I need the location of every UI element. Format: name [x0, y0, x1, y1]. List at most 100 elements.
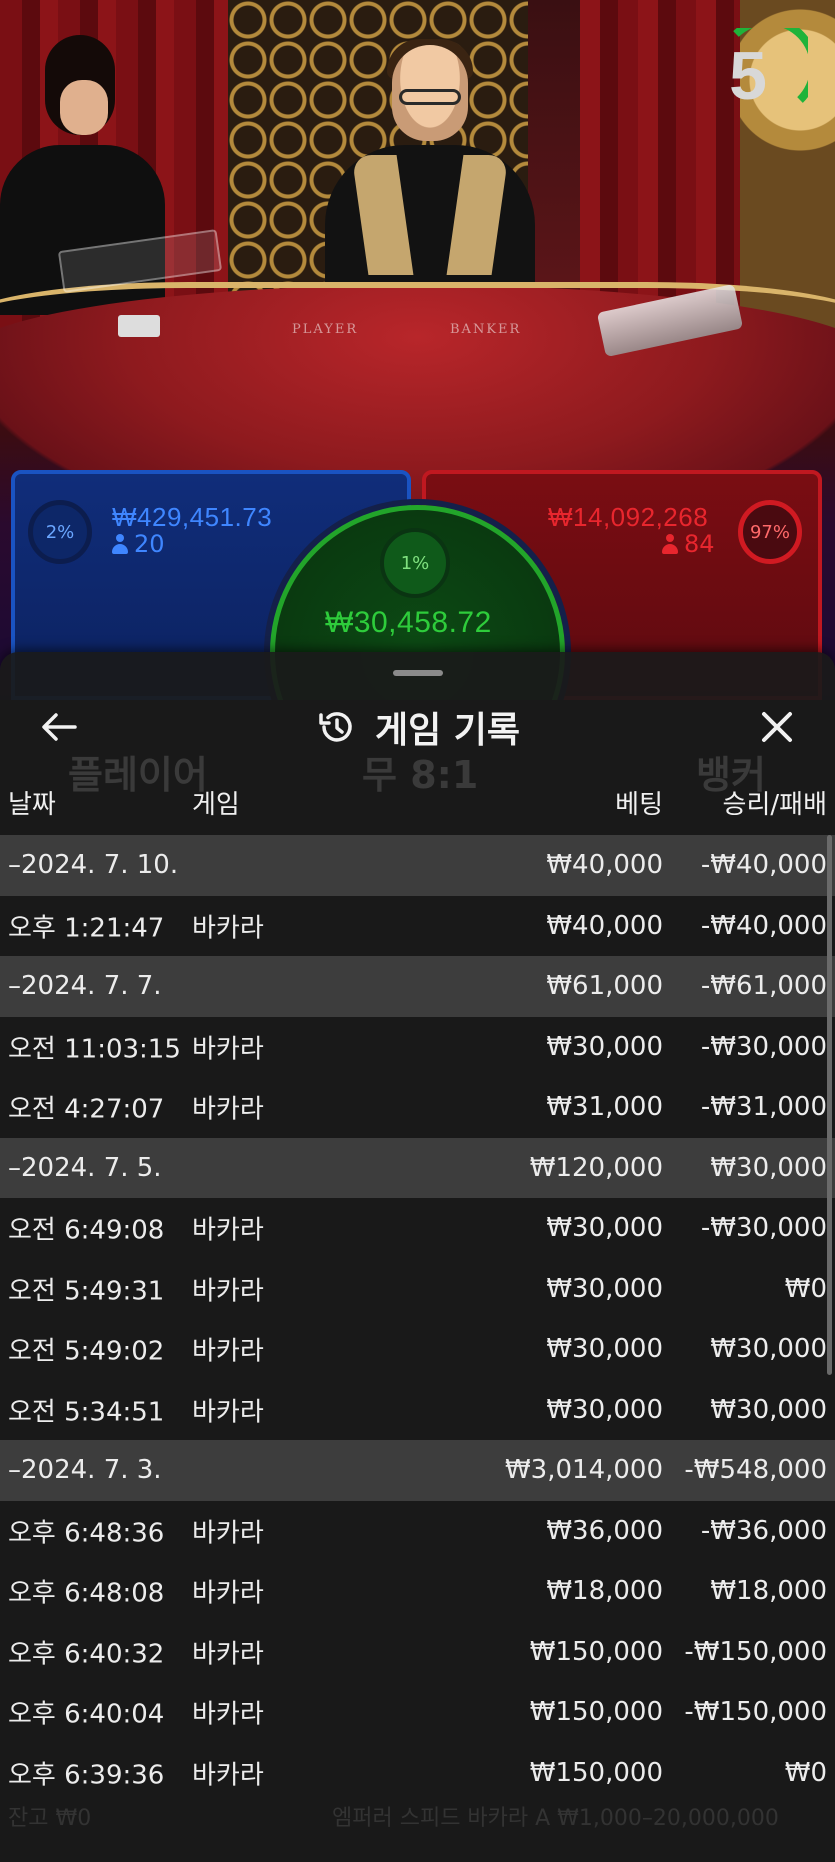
- group-result-total: -₩40,000: [700, 850, 827, 881]
- row-time: 오전 5:34:51: [8, 1397, 165, 1428]
- countdown-timer: 5: [712, 28, 808, 124]
- tie-percent: 1%: [380, 528, 450, 598]
- row-bet: ₩30,000: [546, 1334, 663, 1365]
- history-row[interactable]: 오전 4:27:07 바카라 ₩31,000 -₩31,000: [0, 1077, 835, 1138]
- countdown-number: 5: [729, 38, 767, 114]
- row-time: 오전 11:03:15: [8, 1034, 181, 1065]
- col-bet: 베팅: [615, 790, 663, 820]
- player-bettor-count: 20: [112, 530, 165, 558]
- date-group-row[interactable]: –2024. 7. 5. ₩120,000 ₩30,000: [0, 1137, 835, 1198]
- col-result: 승리/패배: [722, 790, 827, 820]
- player-total-amount: ₩429,451.73: [112, 502, 273, 532]
- group-date: –2024. 7. 7.: [8, 971, 162, 1002]
- history-row[interactable]: 오후 1:21:47 바카라 ₩40,000 -₩40,000: [0, 896, 835, 957]
- history-row[interactable]: 오전 11:03:15 바카라 ₩30,000 -₩30,000: [0, 1017, 835, 1078]
- history-row[interactable]: 오후 6:39:36 바카라 ₩150,000 ₩0: [0, 1743, 835, 1804]
- group-date: –2024. 7. 3.: [8, 1455, 162, 1486]
- row-bet: ₩150,000: [529, 1757, 663, 1788]
- sheet-header: 게임 기록: [0, 692, 835, 762]
- game-history-sheet: 플레이어 무 8:1 뱅커 잔고 ₩0 엠퍼러 스피드 바카라 A ₩1,000…: [0, 652, 835, 1862]
- row-time: 오후 6:48:36: [8, 1518, 165, 1549]
- group-date: –2024. 7. 10.: [8, 850, 179, 881]
- row-game: 바카라: [192, 1276, 264, 1307]
- underlay-balance: 잔고 ₩0: [8, 1806, 92, 1831]
- history-icon: [319, 712, 352, 742]
- history-row[interactable]: 오후 6:40:04 바카라 ₩150,000 -₩150,000: [0, 1682, 835, 1743]
- tie-total-amount: ₩30,458.72: [325, 606, 492, 639]
- row-result: ₩0: [784, 1273, 827, 1304]
- banker-percent: 97%: [738, 500, 802, 564]
- date-group-row[interactable]: –2024. 7. 10. ₩40,000 -₩40,000: [0, 835, 835, 896]
- arrow-left-icon: [42, 713, 77, 741]
- history-row[interactable]: 오전 5:49:02 바카라 ₩30,000 ₩30,000: [0, 1319, 835, 1380]
- group-bet-total: ₩61,000: [546, 971, 663, 1002]
- row-game: 바카라: [192, 1034, 264, 1065]
- player-percent: 2%: [28, 500, 92, 564]
- row-time: 오후 6:40:32: [8, 1639, 165, 1670]
- back-button[interactable]: [34, 702, 84, 752]
- banker-total-amount: ₩14,092,268: [548, 502, 709, 532]
- row-time: 오전 4:27:07: [8, 1094, 165, 1125]
- row-result: -₩30,000: [700, 1031, 827, 1062]
- row-game: 바카라: [192, 1699, 264, 1730]
- row-result: ₩30,000: [710, 1334, 827, 1365]
- history-row[interactable]: 오전 6:49:08 바카라 ₩30,000 -₩30,000: [0, 1198, 835, 1259]
- row-bet: ₩150,000: [529, 1636, 663, 1667]
- row-result: -₩40,000: [700, 910, 827, 941]
- row-result: -₩150,000: [684, 1636, 827, 1667]
- row-game: 바카라: [192, 1094, 264, 1125]
- group-result-total: ₩30,000: [710, 1152, 827, 1183]
- felt-banker-text: BANKER: [450, 322, 522, 337]
- history-table[interactable]: –2024. 7. 10. ₩40,000 -₩40,000 오후 1:21:47 바카…: [0, 835, 835, 1803]
- row-result: -₩31,000: [700, 1092, 827, 1123]
- row-time: 오후 1:21:47: [8, 913, 165, 944]
- history-row[interactable]: 오전 5:34:51 바카라 ₩30,000 ₩30,000: [0, 1380, 835, 1441]
- sheet-drag-handle[interactable]: [393, 670, 443, 676]
- banker-bettor-count: 84: [662, 530, 715, 558]
- player-count-value: 20: [134, 530, 165, 558]
- row-time: 오전 5:49:02: [8, 1336, 165, 1367]
- group-date: –2024. 7. 5.: [8, 1152, 162, 1183]
- row-bet: ₩30,000: [546, 1273, 663, 1304]
- row-bet: ₩150,000: [529, 1697, 663, 1728]
- underlay-table-name: 엠퍼러 스피드 바카라 A ₩1,000–20,000,000: [332, 1806, 779, 1831]
- row-result: -₩36,000: [700, 1515, 827, 1546]
- row-time: 오전 5:49:31: [8, 1276, 165, 1307]
- row-game: 바카라: [192, 1336, 264, 1367]
- group-bet-total: ₩120,000: [529, 1152, 663, 1183]
- person-icon: [662, 534, 678, 554]
- person-icon: [112, 534, 128, 554]
- close-button[interactable]: [752, 702, 802, 752]
- group-result-total: -₩61,000: [700, 971, 827, 1002]
- row-game: 바카라: [192, 1397, 264, 1428]
- close-icon: [762, 712, 792, 742]
- row-time: 오전 6:49:08: [8, 1215, 165, 1246]
- row-game: 바카라: [192, 1215, 264, 1246]
- row-result: ₩0: [784, 1757, 827, 1788]
- history-row[interactable]: 오후 6:48:08 바카라 ₩18,000 ₩18,000: [0, 1561, 835, 1622]
- history-row[interactable]: 오전 5:49:31 바카라 ₩30,000 ₩0: [0, 1259, 835, 1320]
- scrollbar[interactable]: [827, 835, 832, 1375]
- column-headers: 날짜 게임 베팅 승리/패배: [0, 784, 835, 824]
- row-game: 바카라: [192, 1578, 264, 1609]
- col-game: 게임: [192, 790, 240, 820]
- group-result-total: -₩548,000: [684, 1455, 827, 1486]
- row-bet: ₩36,000: [546, 1515, 663, 1546]
- history-row[interactable]: 오후 6:40:32 바카라 ₩150,000 -₩150,000: [0, 1622, 835, 1683]
- group-bet-total: ₩40,000: [546, 850, 663, 881]
- date-group-row[interactable]: –2024. 7. 7. ₩61,000 -₩61,000: [0, 956, 835, 1017]
- history-row[interactable]: 오후 6:48:36 바카라 ₩36,000 -₩36,000: [0, 1501, 835, 1562]
- date-group-row[interactable]: –2024. 7. 3. ₩3,014,000 -₩548,000: [0, 1440, 835, 1501]
- row-bet: ₩40,000: [546, 910, 663, 941]
- row-game: 바카라: [192, 913, 264, 944]
- row-result: -₩150,000: [684, 1697, 827, 1728]
- banker-count-value: 84: [684, 530, 715, 558]
- sheet-title: 게임 기록: [374, 710, 520, 751]
- row-game: 바카라: [192, 1760, 264, 1791]
- row-result: ₩30,000: [710, 1394, 827, 1425]
- row-bet: ₩30,000: [546, 1031, 663, 1062]
- card-box: [118, 315, 160, 337]
- row-time: 오후 6:39:36: [8, 1760, 165, 1791]
- dealer: [325, 39, 535, 320]
- live-video-feed: PLAYER BANKER 5 2% ₩429,451.73 20 ₩14,09…: [0, 0, 835, 700]
